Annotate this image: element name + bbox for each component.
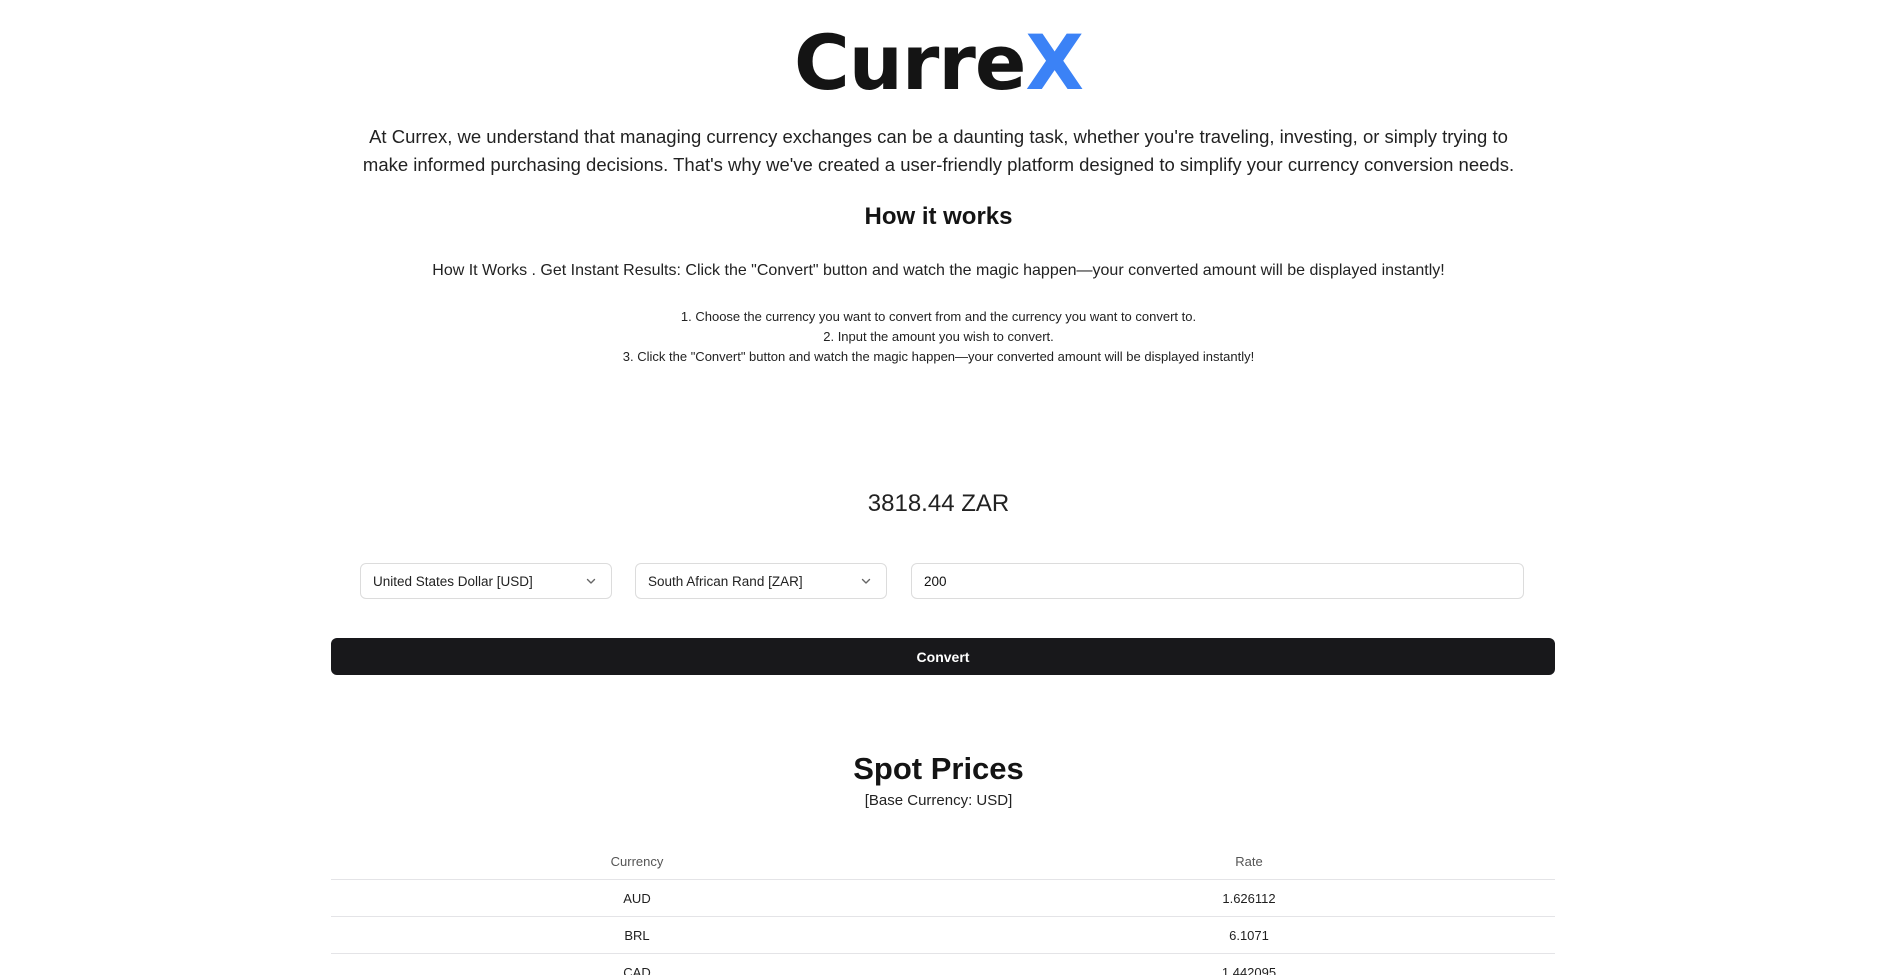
table-row: CAD 1.442095 xyxy=(331,954,1555,975)
to-currency-select[interactable]: South African Rand [ZAR] xyxy=(635,563,887,599)
to-currency-value: South African Rand [ZAR] xyxy=(648,573,803,589)
rate-cell: 1.442095 xyxy=(1221,964,1277,975)
base-currency-label: [Base Currency: USD] xyxy=(864,792,1013,809)
intro-paragraph: At Currex, we understand that managing c… xyxy=(362,126,1515,175)
step-item: 2. Input the amount you wish to convert. xyxy=(823,329,1054,344)
amount-input[interactable] xyxy=(924,573,1511,589)
table-row: BRL 6.1071 xyxy=(331,917,1555,954)
amount-field[interactable] xyxy=(911,563,1524,599)
chevron-down-icon xyxy=(583,573,599,589)
conversion-result: 3818.44 ZAR xyxy=(867,490,1010,517)
how-it-works-heading: How it works xyxy=(864,203,1013,230)
table-row: AUD 1.626112 xyxy=(331,880,1555,917)
logo-text-main: Curre xyxy=(794,18,1026,107)
steps-list: 1. Choose the currency you want to conve… xyxy=(0,307,1877,367)
from-currency-select[interactable]: United States Dollar [USD] xyxy=(360,563,612,599)
convert-button[interactable]: Convert xyxy=(331,638,1555,675)
rate-cell: 6.1071 xyxy=(1229,927,1269,943)
table-header-row: Currency Rate xyxy=(331,840,1555,880)
how-it-works-summary: How It Works . Get Instant Results: Clic… xyxy=(432,262,1445,279)
currency-cell: BRL xyxy=(624,927,650,943)
rate-cell: 1.626112 xyxy=(1222,890,1276,906)
from-currency-value: United States Dollar [USD] xyxy=(373,573,533,589)
spot-prices-heading: Spot Prices xyxy=(853,751,1024,786)
currency-cell: AUD xyxy=(623,890,651,906)
step-item: 3. Click the "Convert" button and watch … xyxy=(622,349,1255,364)
column-header-rate: Rate xyxy=(1235,854,1263,869)
currency-cell: CAD xyxy=(623,964,651,975)
logo-text-accent: X xyxy=(1025,18,1084,107)
column-header-currency: Currency xyxy=(610,854,664,869)
chevron-down-icon xyxy=(858,573,874,589)
logo: CurreX xyxy=(0,18,1877,108)
step-item: 1. Choose the currency you want to conve… xyxy=(680,309,1197,324)
spot-prices-table: Currency Rate AUD 1.626112 BRL 6.1071 CA… xyxy=(331,840,1555,975)
